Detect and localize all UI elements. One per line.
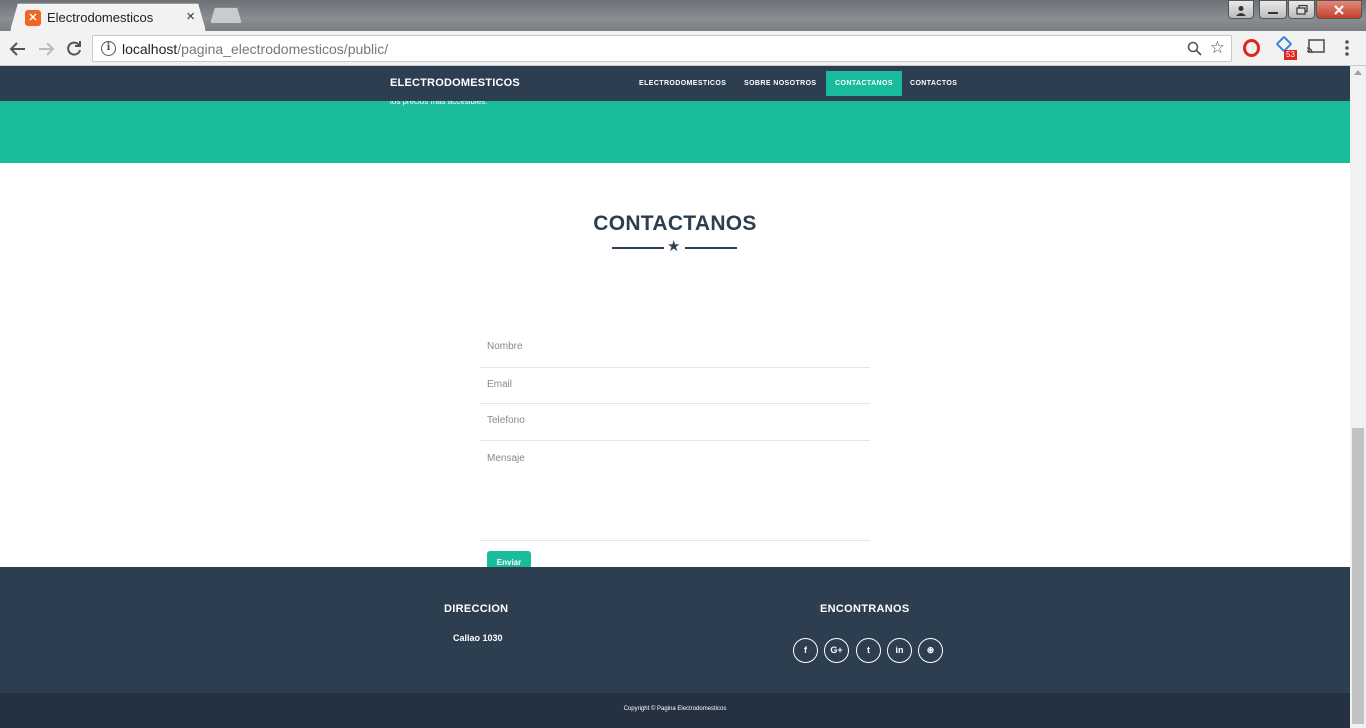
page-scrollbar[interactable] bbox=[1350, 66, 1366, 728]
address-text: Callao 1030 bbox=[453, 633, 503, 643]
url-text: localhost/pagina_electrodomesticos/publi… bbox=[122, 41, 389, 57]
name-placeholder: Nombre bbox=[487, 341, 523, 352]
message-textarea[interactable]: Mensaje bbox=[480, 453, 870, 541]
star-icon: ★ bbox=[667, 238, 681, 255]
social-heading: ENCONTRANOS bbox=[820, 603, 910, 615]
profile-button[interactable] bbox=[1228, 0, 1254, 19]
forward-button[interactable] bbox=[35, 38, 57, 60]
reload-button[interactable] bbox=[63, 38, 85, 60]
xampp-favicon-icon: ✕ bbox=[25, 10, 41, 26]
arrow-right-icon bbox=[39, 42, 55, 56]
tab-close-icon[interactable]: × bbox=[186, 8, 195, 25]
scroll-thumb[interactable] bbox=[1352, 428, 1364, 724]
restore-icon bbox=[1295, 5, 1308, 15]
address-heading: DIRECCION bbox=[444, 603, 509, 615]
user-icon bbox=[1236, 6, 1246, 16]
cast-icon[interactable] bbox=[1306, 38, 1326, 61]
address-bar[interactable]: i localhost/pagina_electrodomesticos/pub… bbox=[92, 35, 1232, 62]
browser-menu-icon[interactable] bbox=[1344, 40, 1350, 61]
linkedin-icon[interactable]: in bbox=[887, 638, 912, 663]
browser-tab[interactable]: ✕ Electrodomesticos × bbox=[10, 3, 206, 31]
contact-section: CONTACTANOS ★ Nombre Email Telefono Mens… bbox=[0, 163, 1350, 575]
nav-sobre-nosotros[interactable]: SOBRE NOSOTROS bbox=[736, 71, 825, 96]
minimize-button[interactable] bbox=[1259, 0, 1287, 19]
close-icon bbox=[1334, 5, 1344, 15]
bookmark-star-icon[interactable]: ☆ bbox=[1210, 38, 1225, 58]
nav-electrodomesticos[interactable]: ELECTRODOMESTICOS bbox=[631, 71, 734, 96]
message-placeholder: Mensaje bbox=[487, 453, 525, 464]
back-button[interactable] bbox=[7, 38, 29, 60]
nav-contactanos[interactable]: CONTACTANOS bbox=[826, 71, 902, 96]
minimize-icon bbox=[1268, 12, 1278, 14]
name-field[interactable]: Nombre bbox=[480, 341, 870, 368]
reload-icon bbox=[67, 41, 81, 56]
zoom-icon[interactable] bbox=[1187, 41, 1202, 56]
facebook-icon[interactable]: f bbox=[793, 638, 818, 663]
arrow-left-icon bbox=[9, 42, 25, 56]
close-window-button[interactable] bbox=[1316, 0, 1362, 19]
copyright-text: Copyright © Pagina Electrodomesticos bbox=[623, 706, 727, 712]
extension-badge: 53 bbox=[1284, 50, 1297, 60]
dribbble-icon[interactable]: ⊛ bbox=[918, 638, 943, 663]
google-plus-icon[interactable]: G+ bbox=[824, 638, 849, 663]
site-brand[interactable]: ELECTRODOMESTICOS bbox=[390, 77, 520, 89]
email-field[interactable]: Email bbox=[480, 379, 870, 404]
new-tab-button[interactable] bbox=[210, 7, 242, 24]
phone-field[interactable]: Telefono bbox=[480, 415, 870, 441]
twitter-icon[interactable]: t bbox=[856, 638, 881, 663]
browser-tabstrip: ✕ Electrodomesticos × bbox=[0, 0, 1366, 31]
tab-title: Electrodomesticos bbox=[47, 10, 154, 25]
title-divider: ★ bbox=[612, 238, 737, 256]
site-footer: DIRECCION Callao 1030 ENCONTRANOS f G+ t… bbox=[0, 567, 1350, 693]
phone-placeholder: Telefono bbox=[487, 415, 525, 426]
page-viewport: los precios más accesibles. ELECTRODOMES… bbox=[0, 66, 1350, 728]
contact-title: CONTACTANOS bbox=[593, 212, 757, 235]
restore-button[interactable] bbox=[1288, 0, 1315, 19]
copyright-bar: Copyright © Pagina Electrodomesticos bbox=[0, 693, 1350, 728]
site-navbar: ELECTRODOMESTICOS ELECTRODOMESTICOS SOBR… bbox=[0, 66, 1350, 101]
opera-extension-icon[interactable] bbox=[1243, 39, 1260, 57]
extension-icon[interactable]: 53 bbox=[1275, 35, 1298, 60]
browser-toolbar: i localhost/pagina_electrodomesticos/pub… bbox=[0, 31, 1366, 66]
email-placeholder: Email bbox=[487, 379, 513, 390]
info-icon[interactable]: i bbox=[101, 41, 116, 56]
scroll-up-icon[interactable] bbox=[1354, 70, 1362, 75]
nav-contactos[interactable]: CONTACTOS bbox=[902, 71, 965, 96]
